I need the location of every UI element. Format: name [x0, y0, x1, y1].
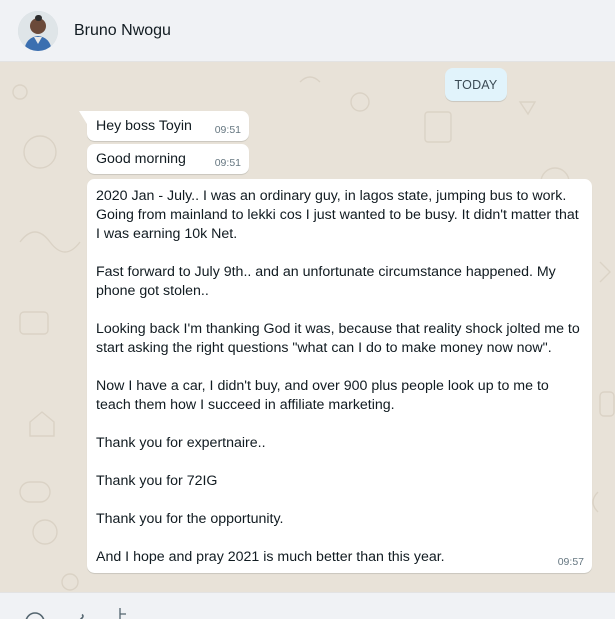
message-paragraph: Thank you for 72IG	[96, 473, 218, 489]
message-paragraph: Fast forward to July 9th.. and an unfort…	[96, 264, 556, 299]
contact-name[interactable]: Bruno Nwogu	[74, 22, 171, 40]
message-text: Good morning	[96, 151, 186, 167]
message-paragraph: And I hope and pray 2021 is much better …	[96, 549, 445, 565]
date-divider: TODAY	[445, 68, 507, 101]
message-text: 2020 Jan - July.. I was an ordinary guy,…	[96, 187, 586, 567]
message-paragraph: Looking back I'm thanking God it was, be…	[96, 321, 580, 356]
contact-avatar[interactable]	[18, 11, 58, 51]
message-text: Hey boss Toyin	[96, 118, 192, 134]
chat-header: Bruno Nwogu	[0, 0, 615, 62]
text-cursor-icon[interactable]	[118, 607, 128, 619]
message-paragraph: Thank you for expertnaire..	[96, 435, 266, 451]
message-paragraph: Thank you for the opportunity.	[96, 511, 284, 527]
message-time: 09:51	[214, 124, 241, 136]
bubble-tail	[79, 111, 87, 124]
message-bubble[interactable]: Good morning 09:51	[87, 144, 249, 174]
message-time: 09:51	[214, 157, 241, 169]
emoji-icon[interactable]	[24, 611, 46, 619]
avatar-photo-icon	[18, 11, 58, 51]
chat-area: TODAY Hey boss Toyin 09:51 Good morning …	[0, 62, 615, 592]
message-composer	[0, 592, 615, 619]
message-time: 09:57	[557, 556, 584, 568]
message-paragraph: Now I have a car, I didn't buy, and over…	[96, 378, 549, 413]
attach-icon[interactable]	[70, 613, 86, 619]
message-bubble[interactable]: 2020 Jan - July.. I was an ordinary guy,…	[87, 179, 592, 573]
message-bubble[interactable]: Hey boss Toyin 09:51	[79, 111, 249, 141]
message-paragraph: 2020 Jan - July.. I was an ordinary guy,…	[96, 188, 579, 242]
